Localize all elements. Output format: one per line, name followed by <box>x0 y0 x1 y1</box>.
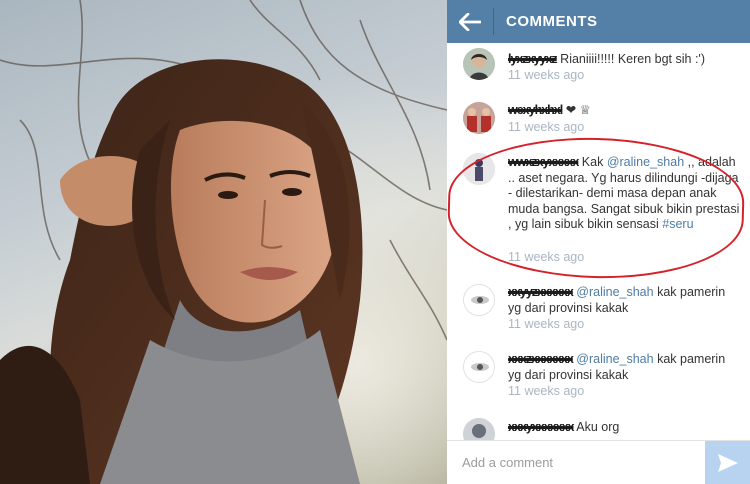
comment-body: lyxzxyyxz Rianiiii!!!!! Keren bgt sih :'… <box>508 52 740 68</box>
comment-body: xxyyzxxxxxx @raline_shah kak pamerin yg … <box>508 285 740 316</box>
comment-mention[interactable]: @raline_shah <box>607 155 684 169</box>
comment-mention[interactable]: @raline_shah <box>576 352 653 366</box>
comment-username[interactable]: xxxyxxxxxxx <box>508 420 574 436</box>
comment-username[interactable]: lyxzxyyxz <box>508 52 558 68</box>
comment-body: wwxzxyxxxxx Kak @raline_shah ,, adalah .… <box>508 155 740 233</box>
comment-input[interactable] <box>447 441 705 484</box>
comment-body: xxxzxxxxxxx @raline_shah kak pamerin yg … <box>508 352 740 383</box>
avatar[interactable] <box>463 284 495 316</box>
avatar[interactable] <box>463 102 495 134</box>
header-divider <box>493 8 494 35</box>
comment-timestamp: 11 weeks ago <box>508 68 585 82</box>
comment-timestamp: 11 weeks ago <box>508 317 585 331</box>
avatar[interactable] <box>463 351 495 383</box>
send-button[interactable] <box>705 441 750 484</box>
comment-text: ❤ ♕ <box>565 103 591 117</box>
woman-portrait-image <box>0 0 447 484</box>
comment-timestamp: 11 weeks ago <box>508 120 585 134</box>
post-photo <box>0 0 447 484</box>
avatar[interactable] <box>463 153 495 185</box>
comment-body: wexyhxhxl ❤ ♕ <box>508 103 740 119</box>
comment-username[interactable]: wwxzxyxxxxx <box>508 155 579 171</box>
back-button[interactable] <box>447 0 493 43</box>
comment-prefix: Kak <box>581 155 604 169</box>
page-title: COMMENTS <box>506 13 598 30</box>
comment-username[interactable]: xxyyzxxxxxx <box>508 285 574 301</box>
comment-text: Aku org <box>576 420 620 434</box>
comment-body: xxxyxxxxxxx Aku org <box>508 420 740 436</box>
send-icon <box>717 454 738 472</box>
comment-timestamp: 11 weeks ago <box>508 384 585 398</box>
avatar[interactable] <box>463 418 495 440</box>
comments-header: COMMENTS <box>447 0 750 43</box>
comment-composer <box>447 440 750 484</box>
comment-text: Rianiiii!!!!! Keren bgt sih :') <box>560 52 705 66</box>
comment-timestamp: 11 weeks ago <box>508 250 585 264</box>
comment-username[interactable]: wexyhxhxl <box>508 103 563 119</box>
comment-username[interactable]: xxxzxxxxxxx <box>508 352 574 368</box>
comments-panel: COMMENTS lyxzxyyxz Rianiiii!!!!! Keren b… <box>447 0 750 484</box>
comment-hashtag[interactable]: #seru <box>662 217 693 231</box>
avatar[interactable] <box>463 48 495 80</box>
arrow-left-icon <box>459 12 481 31</box>
comment-mention[interactable]: @raline_shah <box>576 285 653 299</box>
comments-list[interactable]: lyxzxyyxz Rianiiii!!!!! Keren bgt sih :'… <box>447 43 750 440</box>
